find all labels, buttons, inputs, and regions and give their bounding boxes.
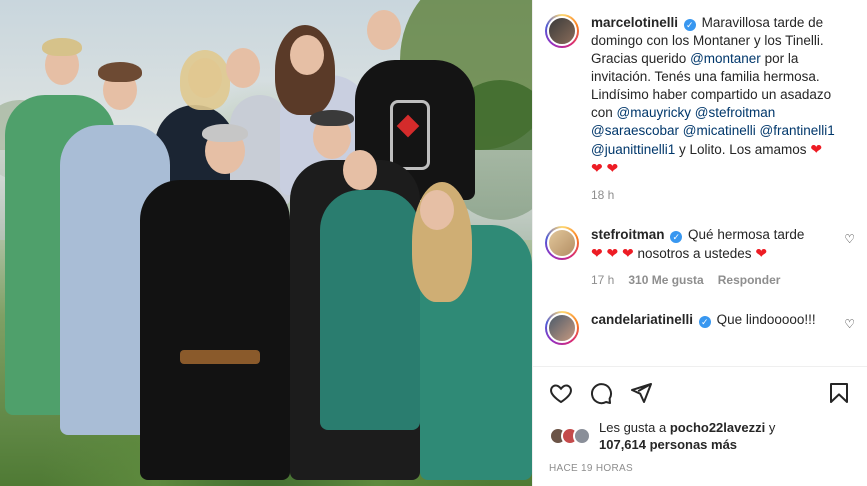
verified-badge-icon: ✓ [683, 19, 696, 31]
mention-link[interactable]: @saraescobar [591, 123, 679, 138]
comment-item: candelariatinelli ✓ Que lindooooo!!! ♡ [545, 311, 855, 345]
bookmark-icon[interactable] [827, 381, 851, 405]
likes-text: Les gusta a pocho22lavezzi y 107,614 per… [599, 419, 775, 453]
wooden-chair [180, 350, 260, 364]
liker-username[interactable]: pocho22lavezzi [670, 420, 765, 435]
post-time: 18 h [591, 188, 615, 202]
paper-plane-icon[interactable] [629, 381, 653, 405]
avatar[interactable] [545, 14, 579, 48]
comment-username[interactable]: stefroitman [591, 227, 665, 242]
person-hair [98, 62, 142, 82]
person-hair [42, 38, 82, 56]
comment-item: stefroitman ✓ Qué hermosa tarde ❤ ❤ ❤ no… [545, 226, 855, 287]
person-head [290, 35, 324, 75]
post-caption: marcelotinelli ✓ Maravillosa tarde de do… [545, 14, 855, 202]
person-hair [180, 50, 230, 110]
red-heart-emoji-icon: ❤ [591, 160, 603, 176]
mention-link[interactable]: @frantinelli1 [760, 123, 835, 138]
comment-like-heart-icon[interactable]: ♡ [844, 317, 855, 331]
avatar [573, 427, 591, 445]
red-heart-emoji-icon: ❤ [606, 245, 619, 261]
comment-time: 17 h [591, 273, 615, 287]
liker-avatars [549, 427, 591, 445]
likes-count[interactable]: 107,614 personas más [599, 437, 737, 452]
child-teal-hoodie [320, 190, 420, 430]
reply-button[interactable]: Responder [718, 273, 781, 287]
comment-text: stefroitman ✓ Qué hermosa tarde ❤ ❤ ❤ no… [591, 226, 855, 263]
comment-body: Que lindooooo!!! [716, 312, 816, 327]
person-head [420, 190, 454, 230]
likes-summary: Les gusta a pocho22lavezzi y 107,614 per… [549, 419, 851, 453]
comment-text: candelariatinelli ✓ Que lindooooo!!! [591, 311, 855, 329]
likes-prefix: Les gusta a [599, 420, 670, 435]
avatar[interactable] [545, 226, 579, 260]
comment-body: Qué hermosa tarde [688, 227, 805, 242]
mention-link[interactable]: @micatinelli [683, 123, 756, 138]
mention-link[interactable]: @stefroitman [695, 105, 775, 120]
comment-bubble-icon[interactable] [589, 381, 613, 405]
person-head [226, 48, 260, 88]
comment-meta: 17 h 310 Me gusta Responder [591, 273, 855, 287]
person-hair [310, 110, 354, 126]
post-username[interactable]: marcelotinelli [591, 15, 678, 30]
action-bar: Les gusta a pocho22lavezzi y 107,614 per… [533, 366, 867, 474]
red-heart-emoji-icon: ❤ [591, 245, 603, 261]
verified-badge-icon: ✓ [670, 231, 683, 243]
person-head [367, 10, 401, 50]
comments-scroll[interactable]: marcelotinelli ✓ Maravillosa tarde de do… [533, 0, 867, 365]
mention-link[interactable]: @mauyricky [617, 105, 691, 120]
caption-part: y Lolito. Los amamos [675, 142, 811, 157]
likes-mid: y [765, 420, 776, 435]
child-head [343, 150, 377, 190]
mention-link[interactable]: @juanittinelli1 [591, 142, 675, 157]
instagram-post: marcelotinelli ✓ Maravillosa tarde de do… [0, 0, 867, 486]
red-heart-emoji-icon: ❤ [622, 245, 634, 261]
post-photo[interactable] [0, 0, 532, 486]
person-black-tshirt [140, 180, 290, 480]
red-heart-emoji-icon: ❤ [606, 160, 619, 176]
mention-link[interactable]: @montaner [690, 51, 761, 66]
action-icons [549, 379, 851, 407]
red-heart-emoji-icon: ❤ [755, 245, 768, 261]
avatar[interactable] [545, 311, 579, 345]
verified-badge-icon: ✓ [698, 316, 711, 328]
comment-body: nosotros a ustedes [633, 246, 756, 261]
red-heart-emoji-icon: ❤ [810, 141, 823, 157]
heart-outline-icon[interactable] [549, 381, 573, 405]
person-hair [202, 124, 248, 142]
comment-username[interactable]: candelariatinelli [591, 312, 693, 327]
comment-like-heart-icon[interactable]: ♡ [844, 232, 855, 246]
post-timestamp[interactable]: HACE 19 HORAS [549, 463, 851, 474]
comment-likes[interactable]: 310 Me gusta [628, 273, 703, 287]
caption-text: marcelotinelli ✓ Maravillosa tarde de do… [591, 14, 855, 178]
post-details-panel: marcelotinelli ✓ Maravillosa tarde de do… [532, 0, 867, 486]
